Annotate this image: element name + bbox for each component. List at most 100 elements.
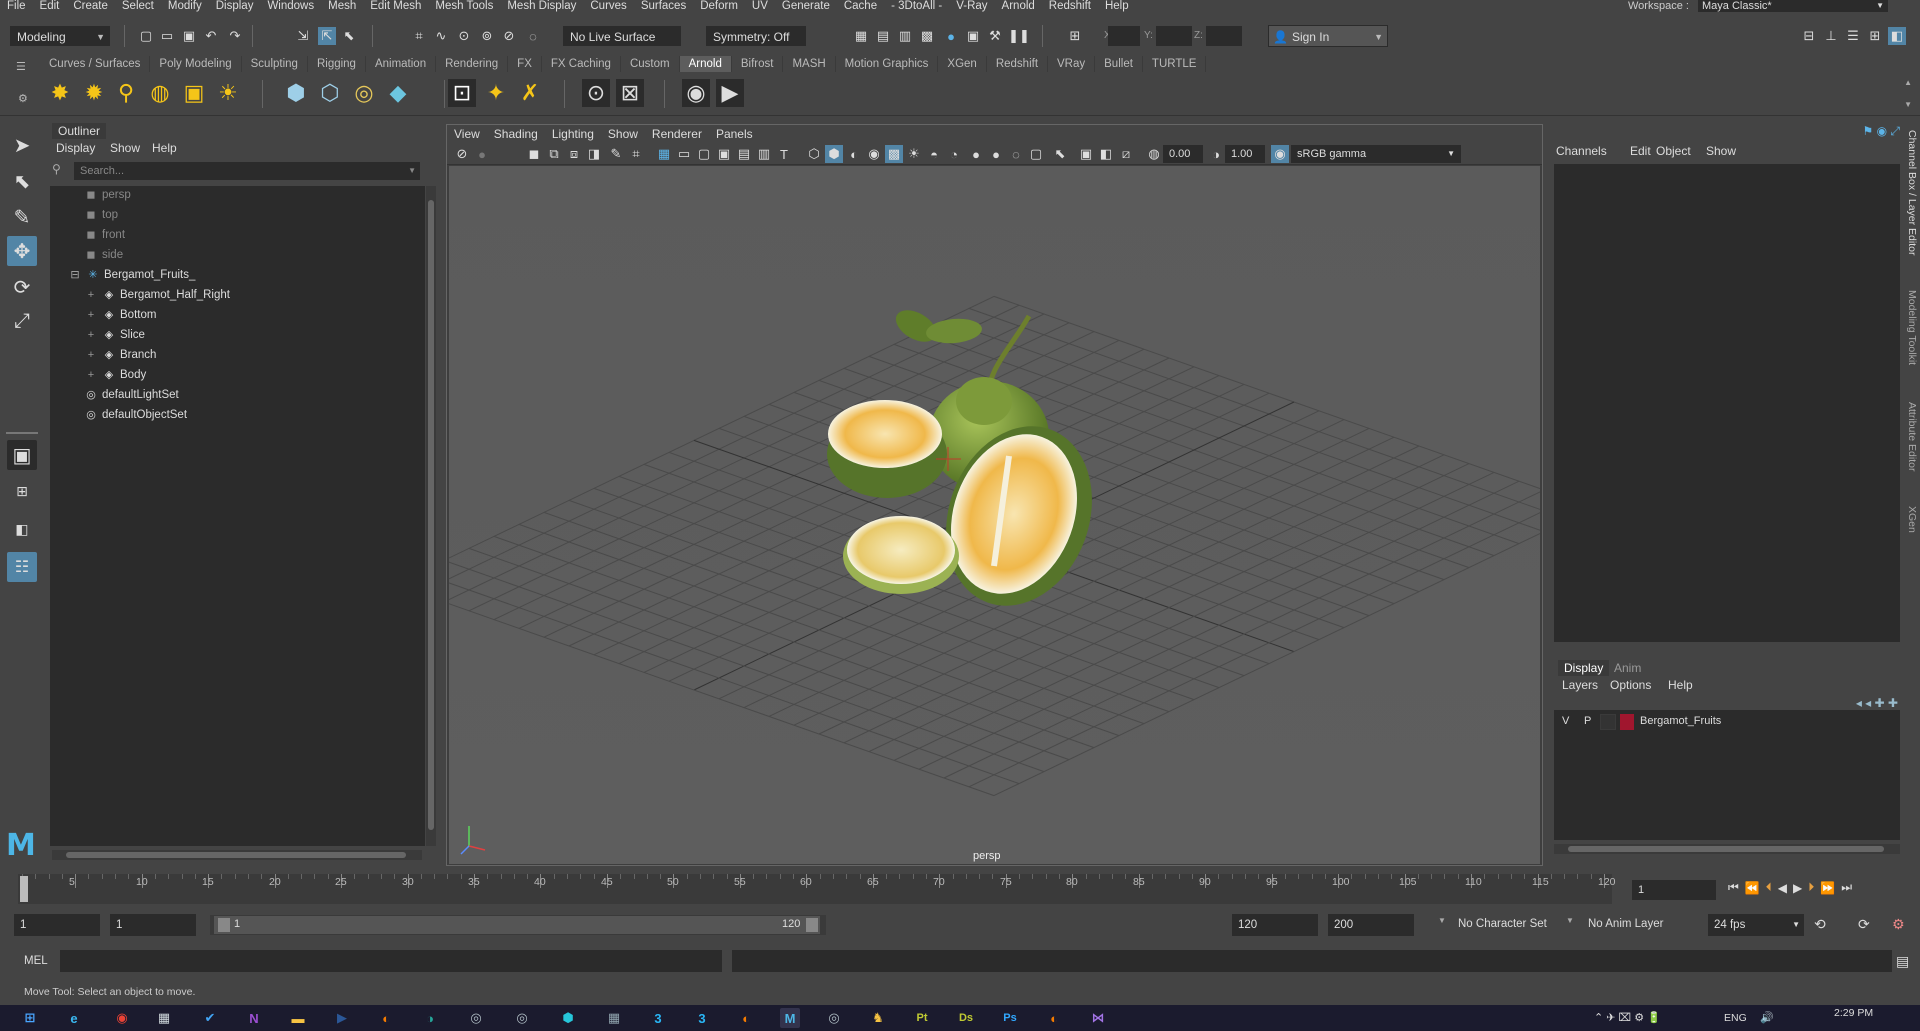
gate-mask-icon[interactable]: ▣ <box>715 145 733 163</box>
vertical-scrollbar[interactable] <box>426 186 436 846</box>
viewport-menu-shading[interactable]: Shading <box>487 125 545 143</box>
outliner-search-input[interactable]: Search... ▼ <box>74 162 420 180</box>
command-language-label[interactable]: MEL <box>24 955 48 967</box>
shelf-tab-vray[interactable]: VRay <box>1048 56 1096 72</box>
command-input[interactable] <box>60 950 722 972</box>
render-play-icon[interactable]: ▶ <box>716 79 744 107</box>
menu-uv[interactable]: UV <box>745 0 775 12</box>
sheets-icon[interactable]: ▶ <box>332 1008 352 1028</box>
save-scene-icon[interactable]: ▣ <box>180 27 198 45</box>
step-back-key-icon[interactable]: ⏪ <box>1745 881 1760 895</box>
tree-item-child[interactable]: + ◈ Slice <box>84 326 145 345</box>
step-forward-frame-icon[interactable]: ⏵ <box>1808 880 1814 895</box>
blender-icon[interactable]: ◐ <box>376 1008 396 1028</box>
workspace-dropdown[interactable]: Maya Classic* ▼ <box>1698 0 1888 12</box>
ipr-render-icon[interactable]: ▩ <box>918 27 936 45</box>
toggle-sidebar-icon[interactable]: ◧ <box>1888 27 1906 45</box>
current-frame-field[interactable]: 1 <box>1632 880 1716 900</box>
anim-end-field[interactable]: 120 <box>1232 914 1318 936</box>
standin-icon[interactable]: ⬢ <box>282 79 310 107</box>
open-scene-icon[interactable]: ▭ <box>158 27 176 45</box>
layout-four-icon[interactable]: ⊞ <box>1866 27 1884 45</box>
scale-tool-icon[interactable]: ⤢ <box>7 306 37 336</box>
undo-icon[interactable]: ↶ <box>202 27 220 45</box>
photoshop-icon[interactable]: Ps <box>1000 1008 1020 1028</box>
auto-key-icon[interactable]: ⟳ <box>1858 916 1870 933</box>
menu-help[interactable]: Help <box>1098 0 1136 12</box>
expand-icon[interactable]: + <box>84 366 98 385</box>
edit-menu[interactable]: Edit <box>1630 144 1651 158</box>
mesh-light-icon[interactable]: ✹ <box>80 79 108 107</box>
menu-create[interactable]: Create <box>66 0 115 12</box>
shelf-tab-sculpting[interactable]: Sculpting <box>242 56 308 72</box>
play-backwards-icon[interactable]: ◀ <box>1778 881 1787 895</box>
side-tab-attribute-editor[interactable]: Attribute Editor <box>1906 402 1918 471</box>
volume-icon[interactable]: ⬡ <box>316 79 344 107</box>
layout-single-icon[interactable]: ⊟ <box>1800 27 1818 45</box>
viewport-menu-panels[interactable]: Panels <box>709 125 760 143</box>
menu-select[interactable]: Select <box>115 0 161 12</box>
shelf-tab-motion-graphics[interactable]: Motion Graphics <box>836 56 939 72</box>
tree-item-child[interactable]: + ◈ Body <box>84 366 146 385</box>
textured-icon[interactable]: ▩ <box>885 145 903 163</box>
shelf-tab-rendering[interactable]: Rendering <box>436 56 509 72</box>
anim-start-field[interactable]: 1 <box>110 914 196 936</box>
current-time-marker[interactable] <box>20 876 28 902</box>
create-light-filter-icon[interactable]: ⊙ <box>582 79 610 107</box>
flush-cache-icon[interactable]: ✦ <box>482 79 510 107</box>
grid-icon[interactable]: ▦ <box>655 145 673 163</box>
tray-icons[interactable]: ⌃ ✈ ⌧ ⚙ 🔋 <box>1594 1011 1661 1024</box>
calculator-icon[interactable]: ▦ <box>154 1008 174 1028</box>
menu-windows[interactable]: Windows <box>260 0 321 12</box>
expand-icon[interactable]: + <box>84 286 98 305</box>
tree-item-child[interactable]: + ◈ Bottom <box>84 306 157 325</box>
arnold-renderview-icon[interactable]: ◉ <box>682 79 710 107</box>
shelf-tab-curves-surfaces[interactable]: Curves / Surfaces <box>40 56 151 72</box>
snap-surface-icon[interactable]: ⊘ <box>500 27 518 45</box>
depth-of-field-icon[interactable]: ◌ <box>1007 145 1025 163</box>
live-surface-field[interactable]: No Live Surface <box>563 26 681 46</box>
select-component-icon[interactable]: ⬉ <box>340 27 358 45</box>
chevron-down-icon[interactable]: ▼ <box>1566 916 1574 925</box>
shelf-tab-fx[interactable]: FX <box>508 56 542 72</box>
camera-attributes-icon[interactable]: ◼ <box>525 145 543 163</box>
select-tool-icon[interactable]: ➤ <box>7 130 37 160</box>
snap-point-icon[interactable]: ⊙ <box>455 27 473 45</box>
onenote-icon[interactable]: N <box>244 1008 264 1028</box>
rotate-tool-icon[interactable]: ⟳ <box>7 272 37 302</box>
horizontal-scrollbar[interactable] <box>52 850 422 860</box>
time-slider-track[interactable]: 5 10 15 20 25 30 35 40 45 50 55 60 65 70 75 80 85 90 95 100… <box>18 874 1616 904</box>
layer-color-swatch[interactable] <box>1620 714 1634 730</box>
anim-layer-dropdown[interactable]: No Anim Layer <box>1588 918 1663 930</box>
display-scale-icon[interactable]: ⧄ <box>1117 145 1135 163</box>
snap-view-icon[interactable]: ⊚ <box>478 27 496 45</box>
loop-icon[interactable]: ⟲ <box>1814 916 1826 933</box>
play-forwards-icon[interactable]: ▶ <box>1793 881 1802 895</box>
layers-menu[interactable]: Layers <box>1562 678 1598 692</box>
mode-dropdown[interactable]: Modeling ▼ <box>10 26 110 46</box>
tree-item-persp[interactable]: ◼ persp <box>84 186 130 205</box>
layer-visibility-toggle[interactable]: V <box>1562 715 1569 727</box>
collapse-icon[interactable]: ⊟ <box>68 266 82 285</box>
menu-file[interactable]: File <box>0 0 33 12</box>
scrollbar-thumb[interactable] <box>1568 846 1884 852</box>
app-icon[interactable]: ♞ <box>868 1008 888 1028</box>
chevron-down-icon[interactable]: ▼ <box>1438 916 1446 925</box>
channels-menu[interactable]: Channels <box>1556 144 1607 158</box>
exposure-field[interactable]: 0.00 <box>1163 145 1203 163</box>
camera-select-icon[interactable]: ⊘ <box>453 145 471 163</box>
menu-mesh-display[interactable]: Mesh Display <box>500 0 583 12</box>
app-icon[interactable]: ◎ <box>824 1008 844 1028</box>
new-scene-icon[interactable]: ▢ <box>137 27 155 45</box>
color-space-dropdown[interactable]: sRGB gamma ▼ <box>1291 145 1461 163</box>
fps-dropdown[interactable]: 24 fps ▼ <box>1708 914 1804 936</box>
app-icon[interactable]: 3 <box>648 1008 668 1028</box>
outliner-layout-icon[interactable]: ☷ <box>7 552 37 582</box>
menu-edit-mesh[interactable]: Edit Mesh <box>363 0 428 12</box>
tree-item-top[interactable]: ◼ top <box>84 206 118 225</box>
tree-item-group[interactable]: ⊟ ✳ Bergamot_Fruits_ <box>68 266 195 285</box>
wireframe-icon[interactable]: ⬡ <box>805 145 823 163</box>
ambient-occlusion-icon[interactable]: ◔ <box>945 145 963 163</box>
go-to-end-icon[interactable]: ⏭ <box>1841 880 1852 895</box>
side-tab-channel-box[interactable]: Channel Box / Layer Editor <box>1906 130 1918 256</box>
